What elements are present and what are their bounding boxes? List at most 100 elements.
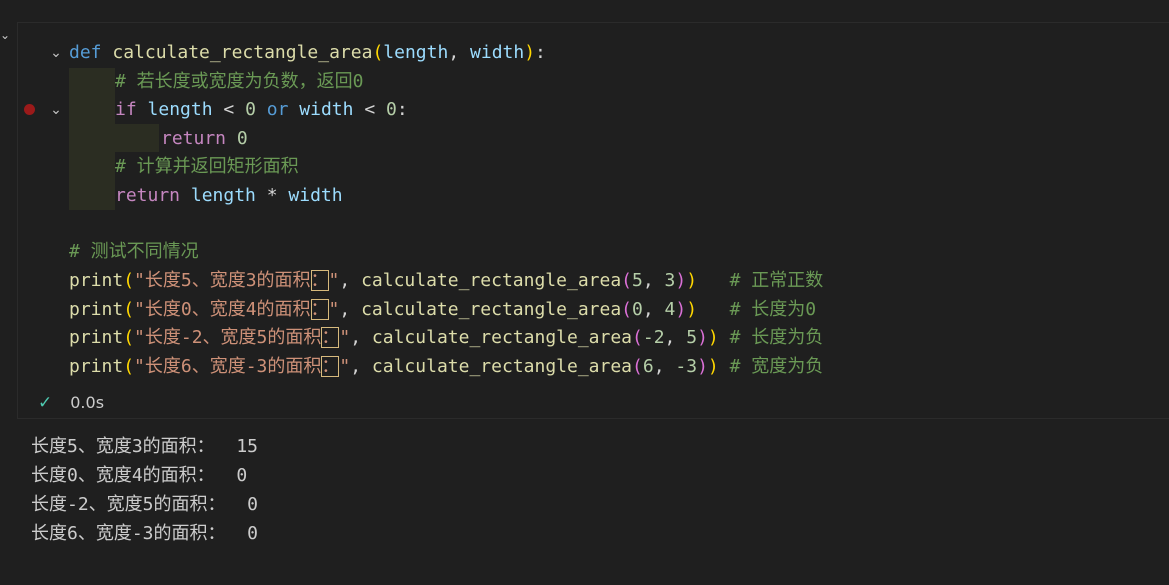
- execution-time: 0.0s: [70, 393, 105, 412]
- code-token: ,: [448, 42, 471, 63]
- code-token: 0: [236, 128, 248, 149]
- code-token: ：: [321, 356, 340, 377]
- code-token: calculate_rectangle_area: [361, 299, 622, 320]
- code-token: "长度-2、宽度5的面积: [134, 327, 322, 348]
- code-token: # 若长度或宽度为负数，返回0: [115, 71, 364, 92]
- code-token: (: [621, 299, 633, 320]
- output-line: 长度0、宽度4的面积： 0: [31, 465, 248, 486]
- execution-status: ✓ 0.0s: [38, 393, 104, 413]
- check-icon: ✓: [38, 393, 53, 413]
- code-token: ): [675, 270, 687, 291]
- code-token: ,: [350, 356, 372, 377]
- output-line: 长度6、宽度-3的面积： 0: [31, 523, 259, 544]
- code-token: ,: [350, 327, 372, 348]
- code-token: *: [255, 185, 289, 206]
- code-token: ": [328, 299, 340, 320]
- code-token: print: [69, 327, 124, 348]
- code-token: ): [707, 327, 719, 348]
- code-token: calculate_rectangle_area: [112, 42, 373, 63]
- code-token: "长度5、宽度3的面积: [134, 270, 311, 291]
- code-line[interactable]: print("长度5、宽度3的面积：", calculate_rectangle…: [69, 267, 823, 295]
- code-token: 4: [664, 299, 676, 320]
- code-token: ,: [664, 327, 687, 348]
- code-token: ：: [310, 270, 329, 291]
- code-line[interactable]: return 0: [161, 125, 248, 153]
- code-token: <: [353, 99, 386, 120]
- code-token: 0: [245, 99, 256, 120]
- code-token: ,: [642, 299, 665, 320]
- code-token: return: [161, 128, 227, 149]
- code-line[interactable]: print("长度6、宽度-3的面积：", calculate_rectangl…: [69, 353, 823, 381]
- code-token: # 宽度为负: [729, 356, 824, 377]
- code-line[interactable]: # 若长度或宽度为负数，返回0: [115, 68, 364, 96]
- code-token: ：: [321, 327, 340, 348]
- code-line[interactable]: def calculate_rectangle_area(length, wid…: [69, 39, 546, 67]
- code-token: ): [697, 356, 708, 377]
- code-token: ": [339, 327, 351, 348]
- output-line: 长度5、宽度3的面积： 15: [31, 436, 259, 457]
- code-token: # 长度为负: [729, 327, 824, 348]
- code-line[interactable]: return length * width: [115, 182, 343, 210]
- code-line[interactable]: print("长度0、宽度4的面积：", calculate_rectangle…: [69, 296, 816, 324]
- code-line[interactable]: print("长度-2、宽度5的面积：", calculate_rectangl…: [69, 324, 823, 352]
- code-token: ：: [310, 299, 329, 320]
- code-token: ,: [642, 270, 665, 291]
- code-token: 0: [386, 99, 397, 120]
- code-token: if: [115, 99, 137, 120]
- code-line[interactable]: # 测试不同情况: [69, 238, 199, 266]
- code-token: # 测试不同情况: [69, 241, 199, 262]
- code-token: # 计算并返回矩形面积: [115, 156, 299, 177]
- code-token: width: [299, 99, 354, 120]
- code-token: 5: [686, 327, 698, 348]
- code-token: ): [686, 299, 698, 320]
- code-token: ): [686, 270, 698, 291]
- code-token: calculate_rectangle_area: [371, 356, 633, 377]
- code-token: length: [190, 185, 256, 206]
- code-line[interactable]: # 计算并返回矩形面积: [115, 153, 299, 181]
- code-token: (: [123, 270, 135, 291]
- code-token: (: [123, 356, 135, 377]
- code-line[interactable]: if length < 0 or width < 0:: [115, 96, 408, 124]
- code-token: ): [675, 299, 687, 320]
- code-token: print: [69, 356, 124, 377]
- code-token: print: [69, 270, 124, 291]
- code-token: ): [697, 327, 708, 348]
- code-token: ,: [339, 299, 362, 320]
- code-token: or: [266, 99, 289, 120]
- code-token: def: [69, 42, 102, 63]
- code-token: ): [707, 356, 719, 377]
- code-token: length: [147, 99, 213, 120]
- code-token: 0: [632, 299, 643, 320]
- code-token: length: [383, 42, 449, 63]
- code-token: return: [115, 185, 181, 206]
- code-token: (: [621, 270, 633, 291]
- code-token: (: [372, 42, 384, 63]
- code-token: "长度6、宽度-3的面积: [134, 356, 322, 377]
- code-token: ,: [653, 356, 676, 377]
- code-token: ): [524, 42, 536, 63]
- code-token: print: [69, 299, 124, 320]
- code-token: (: [123, 327, 135, 348]
- code-token: 5: [632, 270, 643, 291]
- code-token: (: [632, 356, 643, 377]
- code-token: (: [632, 327, 643, 348]
- code-token: width: [288, 185, 343, 206]
- code-token: <: [212, 99, 246, 120]
- code-token: width: [470, 42, 525, 63]
- code-token: -3: [675, 356, 698, 377]
- code-token: 3: [664, 270, 676, 291]
- code-token: # 长度为0: [729, 299, 817, 320]
- output-line: 长度-2、宽度5的面积： 0: [31, 494, 259, 515]
- code-editor[interactable]: def calculate_rectangle_area(length, wid…: [0, 0, 1169, 400]
- code-token: -2: [642, 327, 665, 348]
- code-token: (: [123, 299, 135, 320]
